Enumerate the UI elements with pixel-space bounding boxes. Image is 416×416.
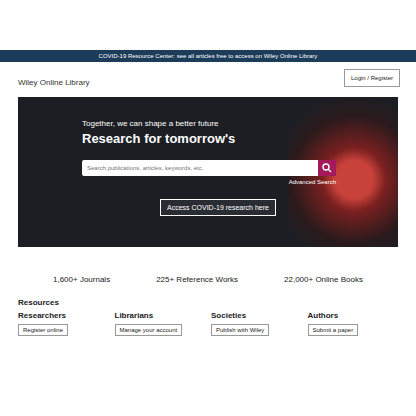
covid-research-button[interactable]: Access COVID-19 research here: [160, 199, 276, 216]
resource-heading: Societies: [211, 311, 246, 320]
resource-heading: Authors: [308, 311, 339, 320]
stats-row: 1,600+ Journals 225+ Reference Works 22,00…: [0, 247, 416, 284]
resource-link[interactable]: Register online: [18, 324, 68, 336]
resource-link[interactable]: Publish with Wiley: [211, 324, 269, 336]
login-button[interactable]: Login / Register: [344, 69, 400, 87]
page: COVID-19 Resource Center: see all articl…: [0, 0, 416, 416]
resource-column: Researchers Register online: [18, 311, 109, 336]
hero-heading: Research for tomorrow's: [82, 131, 235, 146]
header: Wiley Online Library Login / Register: [0, 62, 416, 93]
search-icon: [322, 163, 332, 173]
resources-heading: Resources: [18, 298, 398, 307]
stat: 225+ Reference Works: [156, 275, 238, 284]
resource-heading: Librarians: [115, 311, 154, 320]
search-button[interactable]: [318, 160, 336, 176]
advanced-search-link[interactable]: Advanced Search: [289, 179, 336, 185]
covid-banner[interactable]: COVID-19 Resource Center: see all articl…: [0, 50, 416, 62]
hero: Together, we can shape a better future Re…: [18, 97, 398, 247]
search-bar: [82, 160, 336, 176]
resource-link[interactable]: Manage your account: [115, 324, 183, 336]
logo[interactable]: Wiley Online Library: [18, 68, 90, 87]
resource-link[interactable]: Submit a paper: [308, 324, 359, 336]
resource-heading: Researchers: [18, 311, 66, 320]
search-field[interactable]: [82, 160, 318, 176]
hero-heading: Together, we can shape a better future: [82, 119, 219, 128]
resources: Resources Researchers Register onlineLib…: [0, 284, 416, 336]
resource-column: Societies Publish with Wiley: [211, 311, 302, 336]
stat: 1,600+ Journals: [53, 275, 110, 284]
resource-column: Librarians Manage your account: [115, 311, 206, 336]
resource-column: Authors Submit a paper: [308, 311, 399, 336]
stat: 22,000+ Online Books: [284, 275, 363, 284]
